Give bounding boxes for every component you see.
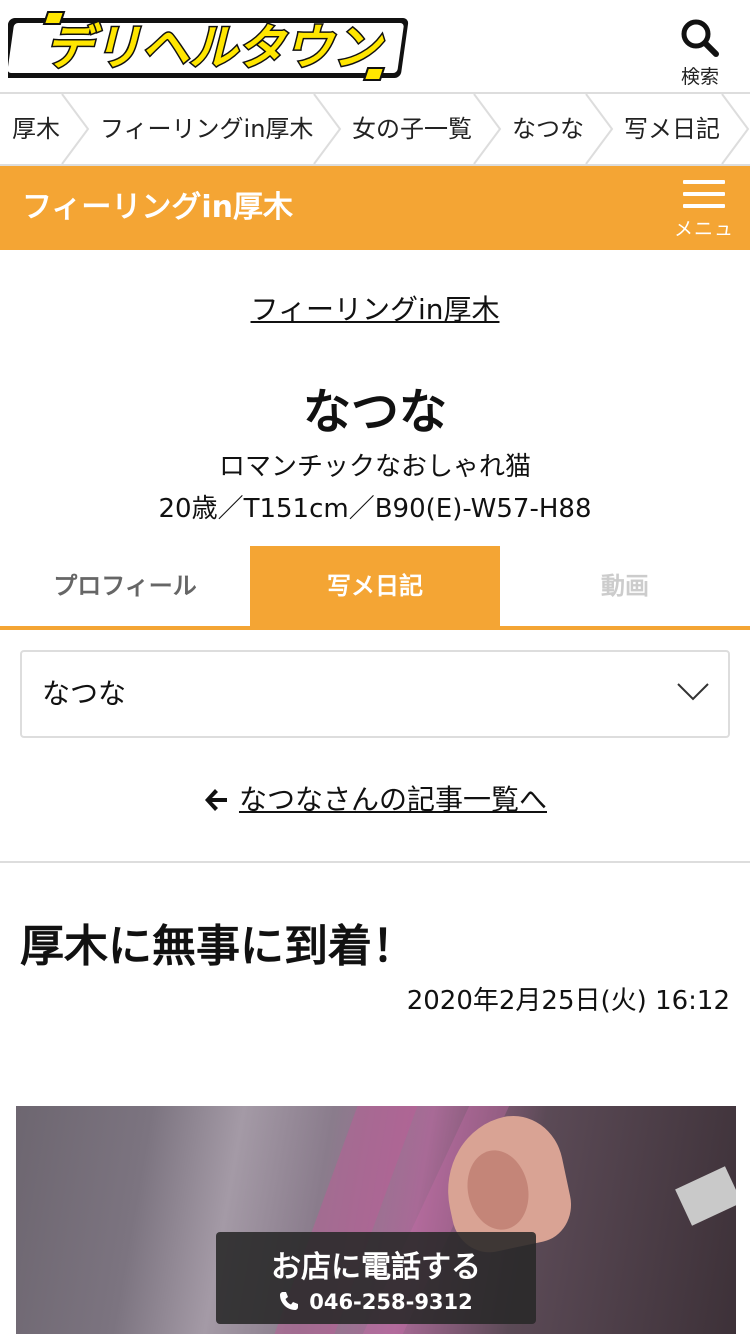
breadcrumb-item[interactable]: 写メ日記 xyxy=(624,94,720,164)
girl-catchphrase: ロマンチックなおしゃれ猫 xyxy=(218,452,531,482)
site-logo-graphic: デリヘルタウン xyxy=(1,11,409,81)
girl-name: なつな xyxy=(302,384,447,440)
breadcrumb: 厚木 フィーリングin厚木 女の子一覧 なつな 写メ日記 xyxy=(0,92,750,166)
menu-button[interactable]: メニュー xyxy=(666,180,742,267)
shop-link: フィーリングin厚木 xyxy=(0,288,750,328)
breadcrumb-separator-icon xyxy=(721,94,750,164)
search-icon xyxy=(681,19,719,57)
call-number-row: 046-258-9312 xyxy=(216,1290,536,1314)
profile-tabs: プロフィール 写メ日記 動画 xyxy=(0,546,750,630)
breadcrumb-item[interactable]: フィーリングin厚木 xyxy=(100,94,313,164)
tab-profile[interactable]: プロフィール xyxy=(0,546,250,626)
search-button[interactable]: 検索 xyxy=(668,18,732,88)
call-shop-label: お店に電話する xyxy=(271,1250,481,1285)
breadcrumb-item[interactable]: 厚木 xyxy=(12,94,60,164)
shop-header-bar: フィーリングin厚木 メニュー xyxy=(0,166,750,267)
site-header: デリヘルタウン 検索 xyxy=(0,0,750,92)
girl-spec: 20歳／T151cm／B90(E)-W57-H88 xyxy=(158,494,592,524)
arrow-left-icon xyxy=(204,789,227,811)
breadcrumb-separator-icon xyxy=(585,94,614,164)
back-to-list-text: なつなさんの記事一覧へ xyxy=(238,783,547,816)
hamburger-icon xyxy=(666,180,742,208)
article-title: 厚木に無事に到着！ xyxy=(20,921,416,972)
article-date: 2020年2月25日(火) 16:12 xyxy=(406,986,730,1016)
breadcrumb-item[interactable]: なつな xyxy=(512,94,584,164)
logo-text: デリヘルタウン xyxy=(45,20,385,76)
breadcrumb-item[interactable]: 女の子一覧 xyxy=(352,94,472,164)
girl-select[interactable]: なつな xyxy=(20,650,730,738)
search-label: 検索 xyxy=(680,66,719,88)
section-divider xyxy=(0,861,750,863)
call-shop-button[interactable]: お店に電話する 046-258-9312 xyxy=(216,1232,536,1324)
girl-select-value: なつな xyxy=(42,677,127,710)
site-logo[interactable]: デリヘルタウン xyxy=(1,10,418,82)
shop-title[interactable]: フィーリングin厚木 xyxy=(22,166,293,250)
phone-number: 046-258-9312 xyxy=(309,1290,473,1314)
chevron-down-icon xyxy=(677,683,709,701)
tab-movie: 動画 xyxy=(601,572,649,600)
menu-label: メニュー xyxy=(673,218,734,267)
breadcrumb-separator-icon xyxy=(473,94,502,164)
back-to-list-link[interactable]: なつなさんの記事一覧へ xyxy=(0,778,750,818)
phone-icon xyxy=(280,1292,299,1310)
breadcrumb-separator-icon xyxy=(61,94,90,164)
tab-diary[interactable]: 写メ日記 xyxy=(250,546,500,626)
breadcrumb-separator-icon xyxy=(313,94,342,164)
shop-link-text[interactable]: フィーリングin厚木 xyxy=(251,293,500,326)
